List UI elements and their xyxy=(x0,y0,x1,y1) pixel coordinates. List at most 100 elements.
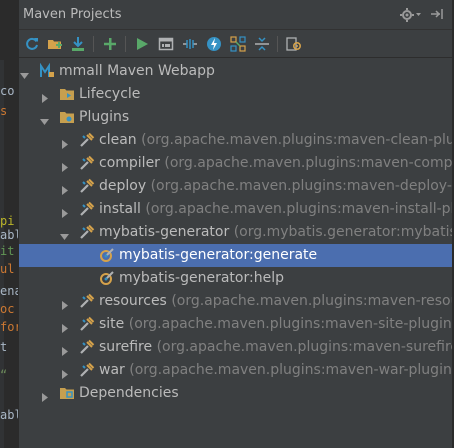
plugin-coordinates: (org.apache.maven.plugins:maven-surefire… xyxy=(156,339,454,355)
editor-text-fragment: t xyxy=(0,340,8,354)
collapsed-arrow-icon[interactable] xyxy=(59,158,70,172)
tree-node-plugin-clean[interactable]: clean (org.apache.maven.plugins:maven-cl… xyxy=(19,129,454,152)
collapsed-arrow-icon[interactable] xyxy=(39,89,50,103)
plugin-coordinates: (org.apache.maven.plugins:maven-resourc xyxy=(171,293,454,309)
run-icon[interactable] xyxy=(133,35,151,53)
goal-icon xyxy=(99,247,115,263)
plugin-name: war xyxy=(99,362,125,378)
plugin-name: install xyxy=(99,201,141,217)
add-project-icon[interactable] xyxy=(46,35,64,53)
refresh-icon[interactable] xyxy=(23,35,41,53)
tree-node-plugin-install[interactable]: install (org.apache.maven.plugins:maven-… xyxy=(19,198,454,221)
plugin-icon xyxy=(79,224,95,240)
plugin-icon xyxy=(79,155,95,171)
toggle-offline-icon[interactable] xyxy=(181,35,199,53)
expanded-arrow-icon[interactable] xyxy=(39,112,50,125)
panel-title-bar: Maven Projects xyxy=(19,0,454,30)
maven-project-tree: mmall Maven Webapp Lifecycle Plugins cle… xyxy=(19,58,454,448)
plugin-coordinates: (org.apache.maven.plugins:maven-clean-pl… xyxy=(141,132,454,148)
plugin-coordinates: (org.apache.maven.plugins:maven-war-plug… xyxy=(129,362,454,378)
editor-text-fragment: “ xyxy=(0,368,8,382)
plugin-coordinates: (org.apache.maven.plugins:maven-compile xyxy=(164,155,454,171)
editor-text-fragment: it xyxy=(0,244,15,258)
editor-text-fragment: abl xyxy=(0,408,18,422)
tree-node-goal-generate[interactable]: mybatis-generator:generate xyxy=(19,244,454,267)
plugin-icon xyxy=(79,339,95,355)
plugin-name: clean xyxy=(99,132,137,148)
plugin-name: mybatis-generator xyxy=(99,224,230,240)
plugin-icon xyxy=(79,362,95,378)
tree-node-plugin-surefire[interactable]: surefire (org.apache.maven.plugins:maven… xyxy=(19,336,454,359)
collapsed-arrow-icon[interactable] xyxy=(59,342,70,356)
maven-projects-panel: Maven Projects mmall Maven Webapp Lifecy… xyxy=(18,0,454,448)
tree-node-project[interactable]: mmall Maven Webapp xyxy=(19,60,454,83)
plugin-name: deploy xyxy=(99,178,147,194)
gear-icon[interactable] xyxy=(400,7,422,23)
expanded-arrow-icon[interactable] xyxy=(59,227,70,240)
goal-label: mybatis-generator:generate xyxy=(119,247,318,263)
tree-node-goal-help[interactable]: mybatis-generator:help xyxy=(19,267,454,290)
editor-text-fragment: co xyxy=(0,84,15,98)
tree-node-plugin-compiler[interactable]: compiler (org.apache.maven.plugins:maven… xyxy=(19,152,454,175)
tree-node-dependencies[interactable]: Dependencies xyxy=(19,382,454,405)
tree-node-plugin-war[interactable]: war (org.apache.maven.plugins:maven-war-… xyxy=(19,359,454,382)
settings-icon[interactable] xyxy=(285,35,303,53)
collapsed-arrow-icon[interactable] xyxy=(59,319,70,333)
collapsed-arrow-icon[interactable] xyxy=(59,365,70,379)
project-name: mmall Maven Webapp xyxy=(59,63,215,79)
folder-icon xyxy=(59,385,75,401)
plugin-name: resources xyxy=(99,293,167,309)
plugin-name: compiler xyxy=(99,155,160,171)
panel-title: Maven Projects xyxy=(23,7,122,22)
plugin-coordinates: (org.apache.maven.plugins:maven-install-… xyxy=(145,201,454,217)
folder-icon xyxy=(59,109,75,125)
skip-tests-icon[interactable] xyxy=(205,35,223,53)
plugin-icon xyxy=(79,316,95,332)
plugin-icon xyxy=(79,201,95,217)
plugin-name: site xyxy=(99,316,125,332)
plugin-icon xyxy=(79,132,95,148)
plugins-label: Plugins xyxy=(79,109,130,125)
project-icon xyxy=(39,62,55,79)
lifecycle-label: Lifecycle xyxy=(79,86,141,102)
maven-toolbar xyxy=(19,30,454,58)
editor-text-fragment: pi xyxy=(0,214,15,228)
collapse-all-icon[interactable] xyxy=(253,35,271,53)
plugin-name: surefire xyxy=(99,339,153,355)
editor-text-fragment: oc xyxy=(0,302,15,316)
plugin-coordinates: (org.apache.maven.plugins:maven-site-plu… xyxy=(128,316,454,332)
tree-node-plugin-mybatis-generator[interactable]: mybatis-generator (org.mybatis.generator… xyxy=(19,221,454,244)
tree-node-plugin-site[interactable]: site (org.apache.maven.plugins:maven-sit… xyxy=(19,313,454,336)
plugin-coordinates: (org.mybatis.generator:mybatis-g xyxy=(233,224,454,240)
collapsed-arrow-icon[interactable] xyxy=(59,204,70,218)
editor-text-fragment: for xyxy=(0,320,18,334)
tree-node-plugin-deploy[interactable]: deploy (org.apache.maven.plugins:maven-d… xyxy=(19,175,454,198)
expanded-arrow-icon[interactable] xyxy=(19,66,30,79)
collapsed-arrow-icon[interactable] xyxy=(39,388,50,402)
editor-text-fragment: ena xyxy=(0,284,18,298)
goal-label: mybatis-generator:help xyxy=(119,270,284,286)
toolbar-separator xyxy=(93,36,94,52)
collapsed-arrow-icon[interactable] xyxy=(59,296,70,310)
add-icon[interactable] xyxy=(101,35,119,53)
toolbar-separator xyxy=(125,36,126,52)
tree-node-lifecycle[interactable]: Lifecycle xyxy=(19,83,454,106)
tree-node-plugin-resources[interactable]: resources (org.apache.maven.plugins:mave… xyxy=(19,290,454,313)
toolbar-separator xyxy=(277,36,278,52)
editor-background: co s pi abl it ul ena oc for t “ abl xyxy=(0,0,18,448)
editor-text-fragment: ul xyxy=(0,262,15,276)
goal-icon xyxy=(99,270,115,286)
hide-panel-icon[interactable] xyxy=(429,6,445,22)
download-icon[interactable] xyxy=(69,35,87,53)
execute-goal-icon[interactable] xyxy=(157,35,175,53)
collapsed-arrow-icon[interactable] xyxy=(59,181,70,195)
dependencies-label: Dependencies xyxy=(79,385,179,401)
tree-node-plugins[interactable]: Plugins xyxy=(19,106,454,129)
plugin-coordinates: (org.apache.maven.plugins:maven-deploy-p… xyxy=(150,178,454,194)
show-dependencies-icon[interactable] xyxy=(229,35,247,53)
plugin-icon xyxy=(79,178,95,194)
collapsed-arrow-icon[interactable] xyxy=(59,135,70,149)
plugin-icon xyxy=(79,293,95,309)
folder-icon xyxy=(59,86,75,102)
editor-text-fragment: abl xyxy=(0,228,18,242)
